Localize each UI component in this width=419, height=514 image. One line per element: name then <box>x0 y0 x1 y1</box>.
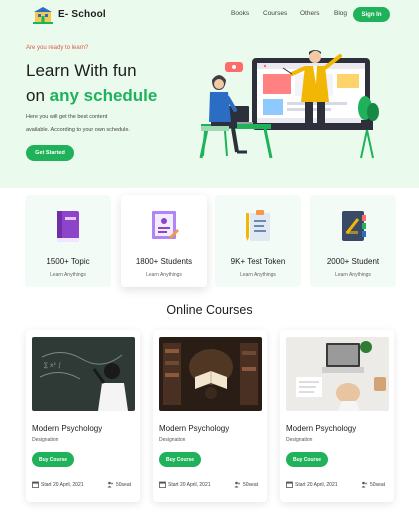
svg-text:∑ x² ∫: ∑ x² ∫ <box>44 362 61 369</box>
course-image-desk-laptop[interactable] <box>286 337 389 411</box>
stat-label: Learn Anythings <box>50 272 86 278</box>
stat-value: 1800+ Students <box>135 257 193 266</box>
course-designation: Designation <box>159 437 186 443</box>
get-started-button[interactable]: Get Started <box>26 145 74 161</box>
course-card[interactable]: ∑ x² ∫ Modern Psychology Designation Buy… <box>26 330 140 502</box>
people-icon <box>107 481 113 488</box>
course-date-text: Start 20 April, 2021 <box>295 481 338 488</box>
people-icon <box>234 481 240 488</box>
course-start-date: Start 20 April, 2021 <box>286 481 338 488</box>
nav-link-courses[interactable]: Courses <box>263 10 287 17</box>
hero-title-prefix: on <box>26 86 50 105</box>
stat-value: 9K+ Test Token <box>230 257 286 266</box>
stat-card-student-total[interactable]: 2000+ Student Learn Anythings <box>310 195 396 287</box>
clipboard-icon <box>246 210 270 241</box>
hero-title-line2: on any schedule <box>26 86 157 106</box>
stat-label: Learn Anythings <box>240 272 276 278</box>
people-icon <box>361 481 367 488</box>
calendar-icon <box>159 481 166 488</box>
stat-label: Learn Anythings <box>146 272 182 278</box>
nav-link-others[interactable]: Others <box>300 10 320 17</box>
hero-subtitle-line1: Here you will get the best content <box>26 114 108 120</box>
top-nav: E- School Books Courses Others Blog Sign… <box>0 0 419 30</box>
book-icon <box>57 211 79 242</box>
buy-course-button[interactable]: Buy Course <box>286 452 328 467</box>
sign-in-button[interactable]: Sign In <box>353 7 390 22</box>
online-learning-illustration <box>199 50 379 159</box>
stat-label: Learn Anythings <box>335 272 371 278</box>
certificate-icon <box>152 211 179 239</box>
course-seats-text: 50seat <box>243 481 259 488</box>
course-image-chalkboard[interactable]: ∑ x² ∫ <box>32 337 135 411</box>
course-start-date: Start 20 April, 2021 <box>159 481 211 488</box>
course-seats: 50seat <box>361 481 385 488</box>
hero-subtitle-line2: available. According to your own schedul… <box>26 127 130 133</box>
stat-value: 1500+ Topic <box>46 257 90 266</box>
course-date-text: Start 20 April, 2021 <box>168 481 211 488</box>
course-title[interactable]: Modern Psychology <box>32 424 102 433</box>
course-card[interactable]: Modern Psychology Designation Buy Course… <box>280 330 394 502</box>
course-title[interactable]: Modern Psychology <box>159 424 229 433</box>
hero-title-accent: any schedule <box>49 86 158 105</box>
course-seats: 50seat <box>107 481 131 488</box>
course-card[interactable]: Modern Psychology Designation Buy Course… <box>153 330 267 502</box>
buy-course-button[interactable]: Buy Course <box>159 452 201 467</box>
school-logo-icon[interactable] <box>32 5 54 25</box>
stat-card-students[interactable]: 1800+ Students Learn Anythings <box>121 195 207 287</box>
stat-card-tests[interactable]: 9K+ Test Token Learn Anythings <box>215 195 301 287</box>
course-title[interactable]: Modern Psychology <box>286 424 356 433</box>
course-seats-text: 50seat <box>370 481 386 488</box>
course-seats-text: 50seat <box>116 481 132 488</box>
course-date-text: Start 20 April, 2021 <box>41 481 84 488</box>
course-start-date: Start 20 April, 2021 <box>32 481 84 488</box>
buy-course-button[interactable]: Buy Course <box>32 452 74 467</box>
course-seats: 50seat <box>234 481 258 488</box>
calendar-icon <box>32 481 39 488</box>
hero-kicker: Are you ready to learn? <box>26 45 89 51</box>
nav-link-books[interactable]: Books <box>231 10 249 17</box>
course-image-library[interactable] <box>159 337 262 411</box>
stat-card-topics[interactable]: 1500+ Topic Learn Anythings <box>25 195 111 287</box>
calendar-icon <box>286 481 293 488</box>
brand-name[interactable]: E- School <box>58 9 106 20</box>
notebook-icon <box>342 211 366 241</box>
online-courses-heading: Online Courses <box>166 303 253 317</box>
hero-section: E- School Books Courses Others Blog Sign… <box>0 0 419 188</box>
hero-title-line1: Learn With fun <box>26 61 137 80</box>
course-designation: Designation <box>286 437 313 443</box>
course-designation: Designation <box>32 437 59 443</box>
nav-link-blog[interactable]: Blog <box>334 10 347 17</box>
stat-value: 2000+ Student <box>326 257 380 266</box>
hero-subtitle: Here you will get the best content avail… <box>26 111 176 137</box>
